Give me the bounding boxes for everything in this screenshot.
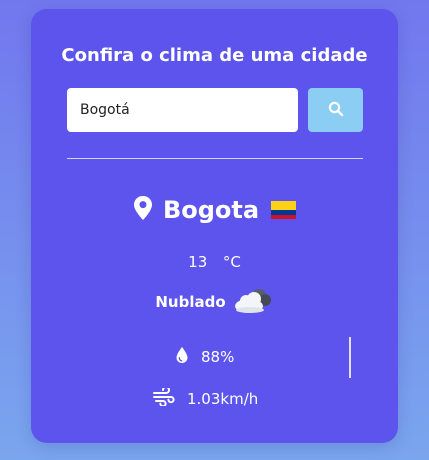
temperature-unit: °C — [222, 253, 241, 271]
humidity-row: 88% — [175, 346, 234, 368]
temperature-row: 13 °C — [31, 253, 398, 271]
wind-value: 1.03km/h — [187, 390, 259, 408]
search-button[interactable] — [308, 88, 363, 132]
wind-row: 1.03km/h — [153, 386, 259, 410]
search-icon — [328, 101, 344, 120]
humidity-value: 88% — [201, 348, 235, 366]
condition-row: Nublado — [31, 285, 398, 319]
city-name: Bogota — [162, 196, 260, 224]
temperature-value: 13 — [188, 253, 208, 271]
city-row: Bogota — [31, 195, 398, 225]
map-pin-icon — [133, 195, 153, 225]
cloudy-night-icon — [232, 285, 274, 319]
condition-text: Nublado — [155, 293, 226, 311]
water-drop-icon — [175, 346, 189, 368]
colombia-flag-icon — [271, 201, 297, 219]
divider — [67, 158, 363, 159]
page-title: Confira o clima de uma cidade — [61, 45, 368, 66]
wind-icon — [153, 386, 175, 410]
city-search-input[interactable] — [67, 88, 298, 132]
vertical-divider — [349, 337, 351, 378]
weather-card: Confira o clima de uma cidade Bogota 13 … — [31, 9, 398, 443]
